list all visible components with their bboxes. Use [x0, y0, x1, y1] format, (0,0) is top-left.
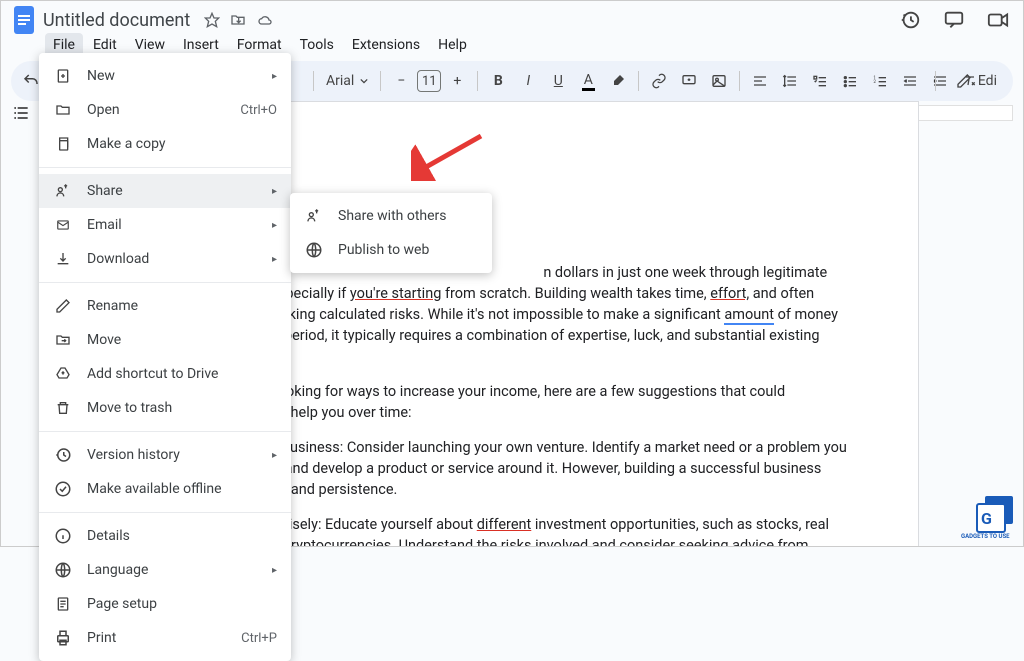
copy-icon — [53, 134, 73, 154]
folder-open-icon — [53, 100, 73, 120]
menu-item-offline[interactable]: Make available offline — [39, 472, 291, 506]
file-menu-dropdown: New ▸ Open Ctrl+O Make a copy Share ▸ Em… — [39, 53, 291, 661]
chevron-right-icon: ▸ — [272, 186, 277, 197]
editing-mode-label: Edi — [978, 73, 997, 89]
svg-text:G: G — [981, 509, 992, 528]
submenu-item-share-with-others[interactable]: Share with others — [290, 199, 492, 233]
align-button[interactable] — [746, 67, 774, 95]
checklist-button[interactable] — [806, 67, 834, 95]
cloud-status-icon[interactable] — [256, 12, 274, 28]
share-icon — [53, 181, 73, 201]
separator — [380, 71, 381, 91]
outline-icon[interactable] — [9, 101, 33, 125]
font-name-label: Arial — [326, 73, 354, 89]
insert-link-button[interactable] — [645, 67, 673, 95]
share-person-icon — [304, 206, 324, 226]
menu-item-version-history[interactable]: Version history ▸ — [39, 438, 291, 472]
svg-text:U: U — [995, 504, 1004, 520]
menu-item-download[interactable]: Download ▸ — [39, 242, 291, 276]
bold-button[interactable]: B — [484, 67, 512, 95]
history-icon — [53, 445, 73, 465]
line-spacing-button[interactable] — [776, 67, 804, 95]
menu-item-move-to-trash[interactable]: Move to trash — [39, 391, 291, 425]
bulleted-list-button[interactable] — [836, 67, 864, 95]
document-title[interactable]: Untitled document — [37, 8, 196, 33]
rename-icon — [53, 296, 73, 316]
trash-icon — [53, 398, 73, 418]
submenu-item-publish-to-web[interactable]: Publish to web — [290, 233, 492, 267]
chevron-right-icon: ▸ — [272, 71, 277, 82]
docs-logo-icon[interactable] — [11, 3, 37, 37]
drive-shortcut-icon — [53, 364, 73, 384]
move-icon — [53, 330, 73, 350]
paragraph[interactable]: hidden text for spacing before visible t… — [220, 262, 848, 367]
download-icon — [53, 249, 73, 269]
info-icon — [53, 526, 73, 546]
menu-tools[interactable]: Tools — [292, 33, 342, 57]
share-submenu: Share with others Publish to web — [290, 193, 492, 273]
insert-image-button[interactable] — [705, 67, 733, 95]
svg-text:GADGETS TO USE: GADGETS TO USE — [961, 533, 1010, 540]
separator — [638, 71, 639, 91]
increase-font-size-button[interactable]: + — [443, 67, 471, 95]
left-sidebar — [9, 101, 33, 125]
watermark-logo: G U GADGETS TO USE — [957, 494, 1017, 540]
offline-icon — [53, 479, 73, 499]
menu-item-share[interactable]: Share ▸ — [39, 174, 291, 208]
menu-item-language[interactable]: Language ▸ — [39, 553, 291, 587]
menu-item-page-setup[interactable]: Page setup — [39, 587, 291, 621]
star-icon[interactable] — [204, 12, 220, 28]
menu-help[interactable]: Help — [430, 33, 475, 57]
email-icon — [53, 215, 73, 235]
separator — [935, 71, 936, 91]
insert-comment-button[interactable] — [675, 67, 703, 95]
menu-separator — [39, 512, 291, 513]
title-bar: Untitled document — [1, 1, 1023, 33]
decrease-font-size-button[interactable]: − — [387, 67, 415, 95]
menu-item-rename[interactable]: Rename — [39, 289, 291, 323]
italic-button[interactable]: I — [514, 67, 542, 95]
paragraph[interactable]: 2. Invest wisely: Educate yourself about… — [220, 514, 848, 546]
svg-text:2: 2 — [874, 79, 877, 85]
separator — [313, 71, 314, 91]
numbered-list-button[interactable]: 12 — [866, 67, 894, 95]
new-doc-icon — [53, 66, 73, 86]
menu-extensions[interactable]: Extensions — [344, 33, 428, 57]
chevron-right-icon: ▸ — [272, 220, 277, 231]
menu-item-print[interactable]: Print Ctrl+P — [39, 621, 291, 655]
font-size-input[interactable]: 11 — [417, 70, 441, 92]
paragraph[interactable]: If you're looking for ways to increase y… — [220, 381, 848, 423]
menu-item-make-copy[interactable]: Make a copy — [39, 127, 291, 161]
separator — [739, 71, 740, 91]
move-folder-icon[interactable] — [230, 12, 246, 28]
font-family-selector[interactable]: Arial — [320, 73, 374, 89]
menu-item-new[interactable]: New ▸ — [39, 59, 291, 93]
editing-mode-button[interactable]: Edi — [946, 73, 1007, 89]
history-icon[interactable] — [899, 9, 921, 31]
meet-icon[interactable] — [987, 9, 1009, 31]
chevron-right-icon: ▸ — [272, 254, 277, 265]
menu-separator — [39, 282, 291, 283]
menu-item-add-shortcut[interactable]: Add shortcut to Drive — [39, 357, 291, 391]
menu-item-details[interactable]: Details — [39, 519, 291, 553]
paragraph[interactable]: 1. Start a business: Consider launching … — [220, 437, 848, 500]
chevron-right-icon: ▸ — [272, 450, 277, 461]
text-color-button[interactable]: A — [574, 67, 602, 95]
separator — [477, 71, 478, 91]
menu-item-email[interactable]: Email ▸ — [39, 208, 291, 242]
print-icon — [53, 628, 73, 648]
globe-icon — [53, 560, 73, 580]
underline-button[interactable]: U — [544, 67, 572, 95]
highlight-button[interactable] — [604, 67, 632, 95]
menu-item-move[interactable]: Move — [39, 323, 291, 357]
decrease-indent-button[interactable] — [896, 67, 924, 95]
chevron-right-icon: ▸ — [272, 565, 277, 576]
page-setup-icon — [53, 594, 73, 614]
menu-item-open[interactable]: Open Ctrl+O — [39, 93, 291, 127]
menu-separator — [39, 431, 291, 432]
comments-icon[interactable] — [943, 9, 965, 31]
menu-separator — [39, 167, 291, 168]
globe-icon — [304, 240, 324, 260]
